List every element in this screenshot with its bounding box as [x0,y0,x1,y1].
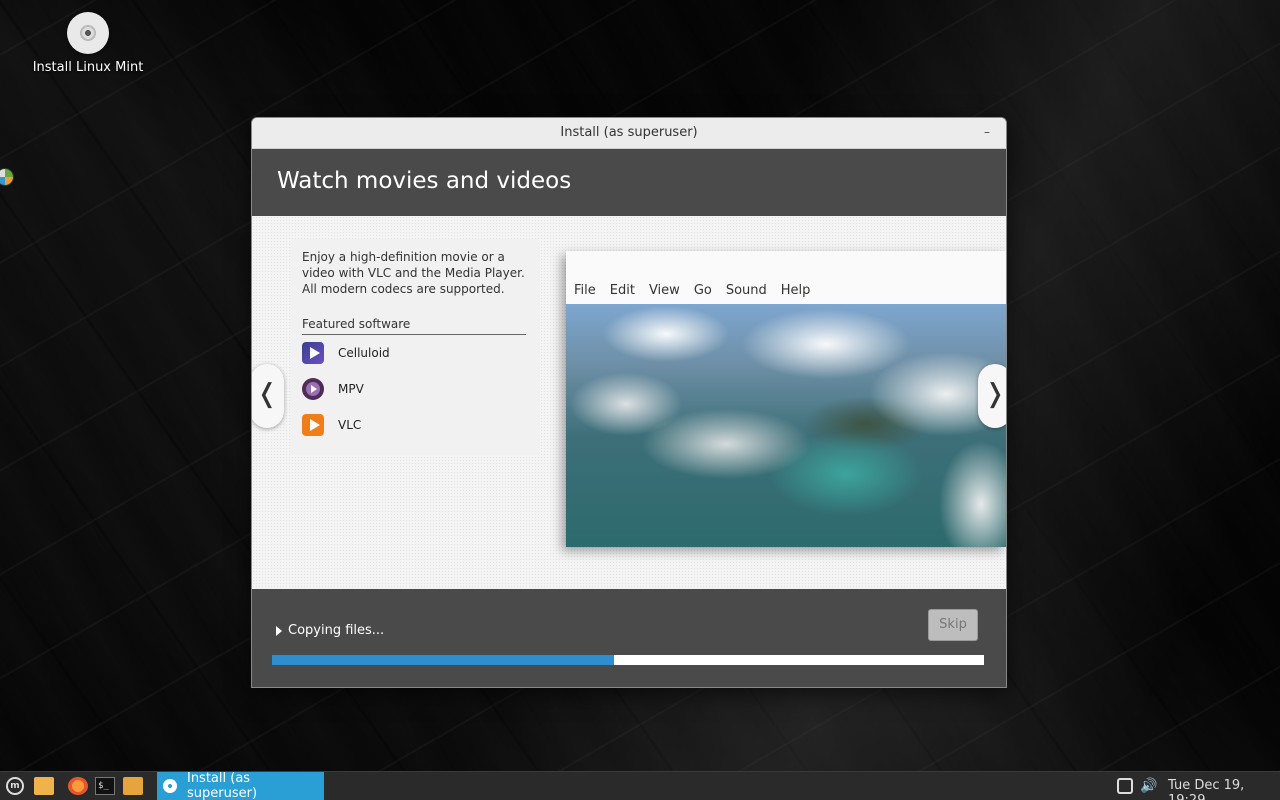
skip-button[interactable]: Skip [928,609,978,641]
files-icon[interactable] [123,777,143,795]
progress-fill [272,655,614,665]
video-frame-image [566,304,1006,547]
app-name: VLC [338,418,362,432]
previous-slide-button[interactable]: ❬ [252,364,284,428]
status-expander[interactable]: Copying files... [276,623,384,638]
terminal-icon[interactable]: $_ [95,777,115,795]
taskbar-window-label: Install (as superuser) [186,771,258,800]
progress-bar [272,655,984,665]
screenshot-menu-view: View [648,282,680,298]
media-player-screenshot: File Edit View Go Sound Help [566,251,1006,547]
featured-software-heading: Featured software [302,317,526,335]
screenshot-menu-go: Go [693,282,712,298]
installer-icon [163,779,177,793]
window-title: Install (as superuser) [560,125,698,140]
screenshot-menu-help: Help [780,282,811,298]
screenshot-menu-edit: Edit [609,282,635,298]
taskbar-window-installer[interactable]: Install (as superuser) [157,771,324,800]
desktop-icon-label: Install Linux Mint [32,60,144,75]
app-item-vlc: VLC [302,413,361,437]
taskbar: m $_ Install (as superuser) 🔊 Tue Dec 19… [0,771,1280,800]
mint-menu-icon[interactable]: m [6,777,24,795]
screenshot-menu-file: File [574,282,596,298]
app-name: Celluloid [338,346,390,360]
firefox-icon[interactable] [68,777,88,795]
app-item-celluloid: Celluloid [302,341,390,365]
title-bar[interactable]: Install (as superuser) – [252,118,1006,149]
slide-title: Watch movies and videos [277,168,572,194]
installer-footer: Copying files... Skip [252,589,1006,687]
celluloid-icon [302,342,324,364]
disc-icon [67,12,109,54]
installer-window: Install (as superuser) – Watch movies an… [251,117,1007,688]
app-name: MPV [338,382,364,396]
screenshot-menubar: File Edit View Go Sound Help [566,277,1006,303]
show-desktop-icon[interactable] [34,777,54,795]
desktop-icon-install-linux-mint[interactable]: Install Linux Mint [28,12,148,75]
volume-icon[interactable]: 🔊 [1140,778,1157,794]
info-panel: Enjoy a high-definition movie or a video… [290,239,540,455]
notifications-icon[interactable] [1117,778,1133,794]
screenshot-menu-sound: Sound [725,282,767,298]
mpv-icon [302,378,324,400]
minimize-button[interactable]: – [978,123,996,141]
vlc-icon [302,414,324,436]
expander-arrow-icon [276,625,282,636]
app-item-mpv: MPV [302,377,364,401]
slide-description: Enjoy a high-definition movie or a video… [302,250,525,296]
clock[interactable]: Tue Dec 19, 19:29 [1168,778,1280,800]
next-slide-button[interactable]: ❭ [978,364,1006,428]
status-text: Copying files... [288,623,385,638]
slide-header: Watch movies and videos [252,149,1006,216]
slide-content: Enjoy a high-definition movie or a video… [252,216,1006,588]
